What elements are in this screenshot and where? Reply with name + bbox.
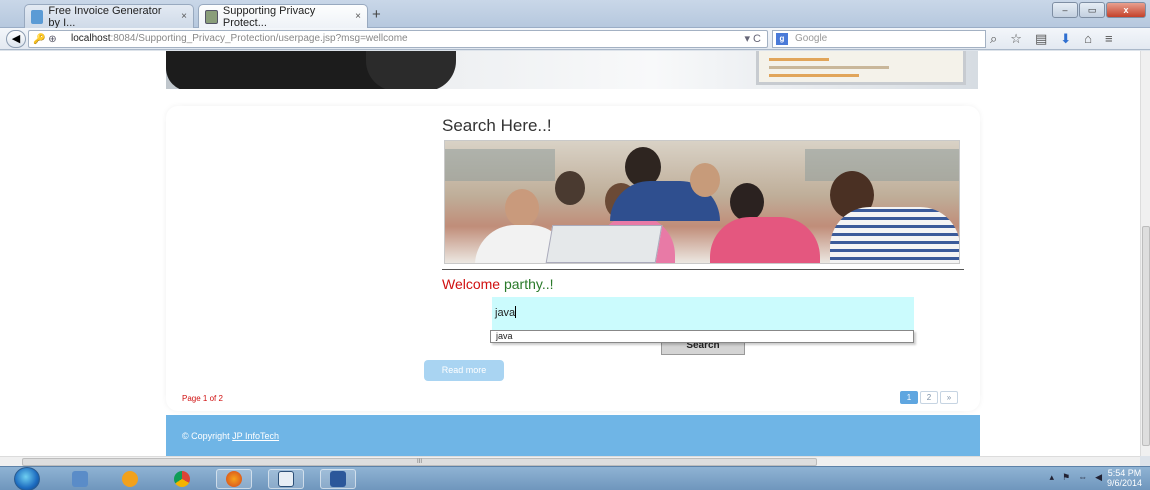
url-host: localhost xyxy=(71,33,111,44)
page-1-button[interactable]: 1 xyxy=(900,391,918,404)
media-player-icon xyxy=(122,471,138,487)
navigation-bar: ◀ 🔑 ⊕ localhost:8084/Supporting_Privacy_… xyxy=(0,28,1150,50)
vertical-scrollbar[interactable] xyxy=(1140,51,1150,456)
taskbar-firefox[interactable] xyxy=(216,469,252,489)
minimize-button[interactable]: – xyxy=(1052,2,1078,18)
taskbar-media-player[interactable] xyxy=(112,469,148,489)
back-button[interactable]: ◀ xyxy=(6,30,26,48)
page-icon xyxy=(31,9,44,24)
page-2-button[interactable]: 2 xyxy=(920,391,938,404)
network-icon[interactable]: ⇔ xyxy=(1078,472,1087,483)
virtualbox-icon xyxy=(278,471,294,487)
back-arrow-icon: ◀ xyxy=(11,33,21,45)
copyright-text: © Copyright JP InfoTech xyxy=(182,431,279,441)
tab-supporting-privacy[interactable]: Supporting Privacy Protect... × xyxy=(198,4,368,29)
download-icon[interactable]: ⬇ xyxy=(1060,31,1071,47)
laptop-shape xyxy=(545,225,663,263)
firefox-icon xyxy=(226,471,242,487)
system-tray: ▴ ⚑ ⇔ ◀ xyxy=(1049,472,1102,483)
person-head xyxy=(730,183,764,221)
autocomplete-option[interactable]: java xyxy=(490,330,914,343)
taskbar-chrome[interactable] xyxy=(164,469,200,489)
search-icon[interactable]: ⌕ xyxy=(990,31,997,47)
person-body xyxy=(710,217,820,263)
window-controls: – ▭ x xyxy=(1052,2,1146,18)
windows-taskbar: ▴ ⚑ ⇔ ◀ 5:54 PM 9/6/2014 xyxy=(0,466,1150,490)
action-center-icon[interactable]: ⚑ xyxy=(1062,472,1070,483)
page-footer: © Copyright JP InfoTech xyxy=(166,415,980,456)
browser-search-input[interactable]: g Google xyxy=(772,30,986,48)
read-more-button[interactable]: Read more xyxy=(424,360,504,381)
new-tab-button[interactable]: + xyxy=(372,6,381,23)
welcome-label: Welcome xyxy=(442,276,501,292)
home-icon[interactable]: ⌂ xyxy=(1084,31,1092,47)
person-head xyxy=(690,163,720,197)
welcome-username: parthy..! xyxy=(503,276,554,292)
show-hidden-icons[interactable]: ▴ xyxy=(1049,472,1054,483)
taskbar-virtualbox[interactable] xyxy=(268,469,304,489)
next-page-button[interactable]: » xyxy=(940,391,958,404)
taskbar-word[interactable] xyxy=(320,469,356,489)
person-head xyxy=(505,189,539,227)
clock-date: 9/6/2014 xyxy=(1106,478,1142,488)
word-icon xyxy=(330,471,346,487)
taskbar-explorer[interactable] xyxy=(62,469,98,489)
search-input[interactable]: java xyxy=(492,297,914,330)
scrollbar-thumb[interactable]: III xyxy=(22,458,817,466)
explorer-icon xyxy=(72,471,88,487)
bookmark-star-icon[interactable]: ☆ xyxy=(1010,31,1022,47)
maximize-button[interactable]: ▭ xyxy=(1079,2,1105,18)
page-title: Search Here..! xyxy=(442,116,552,135)
start-button[interactable] xyxy=(14,467,40,490)
close-window-button[interactable]: x xyxy=(1106,2,1146,18)
content-card: Search Here..! Welcome parthy..! java ja… xyxy=(166,106,980,411)
chrome-icon xyxy=(174,471,190,487)
copyright-prefix: © Copyright xyxy=(182,431,230,441)
browser-tab-strip: Free Invoice Generator by I... × Support… xyxy=(0,0,1150,29)
system-clock[interactable]: 5:54 PM 9/6/2014 xyxy=(1107,468,1142,488)
reload-icon[interactable]: ▾ C xyxy=(744,31,761,47)
divider xyxy=(442,269,964,270)
page-info: Page 1 of 2 xyxy=(182,394,223,403)
volume-icon[interactable]: ◀ xyxy=(1095,472,1102,483)
search-placeholder: Google xyxy=(795,33,828,44)
page-viewport: Search Here..! Welcome parthy..! java ja… xyxy=(0,51,1140,456)
tab-title: Free Invoice Generator by I... xyxy=(48,4,162,29)
address-bar[interactable]: 🔑 ⊕ localhost:8084/Supporting_Privacy_Pr… xyxy=(28,30,768,48)
header-banner-image xyxy=(166,51,978,89)
copyright-link[interactable]: JP InfoTech xyxy=(232,431,279,441)
site-identity-icon[interactable]: 🔑 ⊕ xyxy=(33,32,57,48)
clock-time: 5:54 PM xyxy=(1107,468,1142,478)
tab-invoice-generator[interactable]: Free Invoice Generator by I... × xyxy=(24,4,194,29)
welcome-message: Welcome parthy..! xyxy=(442,276,554,292)
person-head xyxy=(555,171,585,205)
search-button[interactable]: Search xyxy=(661,342,745,355)
banner-arm-shape xyxy=(366,51,456,89)
scrollbar-thumb[interactable] xyxy=(1142,226,1150,446)
pagination: 1 2 » xyxy=(900,391,958,404)
google-icon[interactable]: g xyxy=(776,33,788,45)
tab-title: Supporting Privacy Protect... xyxy=(222,4,316,29)
page-icon xyxy=(205,9,218,24)
close-icon[interactable]: × xyxy=(175,11,187,22)
text-caret xyxy=(515,306,517,318)
horizontal-scrollbar[interactable]: III xyxy=(0,456,1140,466)
bookmarks-menu-icon[interactable]: ▤ xyxy=(1035,31,1047,47)
scrollbar-grip: III xyxy=(416,459,422,465)
url-path: :8084/Supporting_Privacy_Protection/user… xyxy=(110,33,408,44)
close-icon[interactable]: × xyxy=(349,11,361,22)
search-input-value: java xyxy=(495,307,516,319)
person-body xyxy=(830,207,959,263)
browser-toolbar: ⌕ ☆ ▤ ⬇ ⌂ ≡ xyxy=(990,31,1113,47)
menu-icon[interactable]: ≡ xyxy=(1105,31,1113,47)
students-photo xyxy=(444,140,960,264)
banner-screen-shape xyxy=(756,51,966,85)
